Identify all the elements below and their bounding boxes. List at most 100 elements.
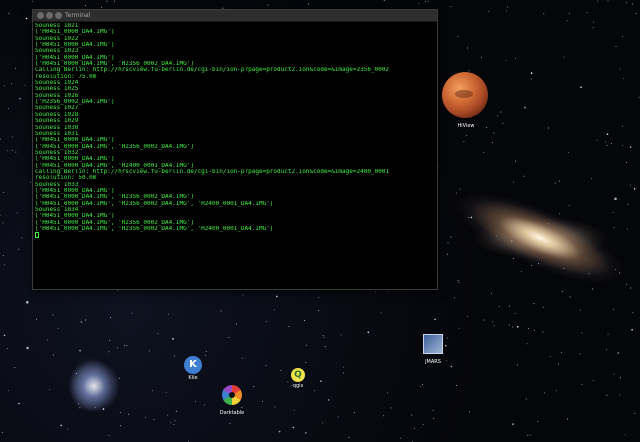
desktop-icon-hiview[interactable]: HiView <box>446 122 486 129</box>
star <box>36 318 38 320</box>
star <box>170 422 172 424</box>
star <box>253 386 255 387</box>
desktop-icon-jmars[interactable]: JMARS <box>418 334 448 365</box>
star <box>383 415 385 417</box>
star <box>323 336 325 338</box>
star <box>455 192 457 194</box>
star <box>114 0 116 2</box>
star <box>418 2 420 4</box>
star <box>25 17 28 20</box>
star <box>607 333 609 335</box>
close-icon[interactable] <box>37 12 44 19</box>
star <box>390 407 392 409</box>
star <box>11 136 13 138</box>
star <box>48 388 50 390</box>
darktable-icon[interactable] <box>222 385 242 405</box>
star <box>229 422 231 424</box>
star <box>6 348 8 349</box>
desktop-icon-qgis[interactable]: Q qgis <box>283 362 313 389</box>
star <box>467 47 469 49</box>
star <box>343 372 344 374</box>
star <box>458 327 460 329</box>
star <box>152 390 154 392</box>
star <box>555 390 557 392</box>
star <box>514 313 516 315</box>
star <box>8 107 10 109</box>
star <box>512 423 514 425</box>
star <box>579 309 581 311</box>
star <box>447 242 449 244</box>
star <box>596 139 598 141</box>
star <box>149 350 151 352</box>
star <box>3 191 5 193</box>
star <box>318 310 319 312</box>
star <box>579 353 581 355</box>
desktop-icon-kile[interactable]: K Kile <box>178 352 208 381</box>
star <box>457 36 459 38</box>
star <box>512 326 514 328</box>
star <box>386 392 388 394</box>
star <box>617 352 619 354</box>
star <box>387 291 389 293</box>
star <box>30 181 31 183</box>
star <box>131 312 133 314</box>
terminal-output[interactable]: Souness 1021 ['H0451_0000_DA4.IMG'] Sounes… <box>33 22 437 239</box>
star <box>343 366 345 368</box>
star <box>173 424 175 426</box>
star <box>500 111 502 113</box>
star <box>512 257 514 259</box>
star <box>16 212 18 214</box>
star <box>276 295 278 298</box>
star <box>85 5 87 7</box>
star <box>626 1 628 3</box>
star <box>450 236 452 238</box>
star <box>466 135 468 137</box>
star <box>638 96 640 98</box>
star <box>57 327 59 329</box>
desktop-icon-darktable[interactable]: Darktable <box>214 385 250 416</box>
star <box>586 12 588 14</box>
star <box>15 67 17 69</box>
star <box>581 383 583 385</box>
star <box>613 373 615 375</box>
star <box>619 394 621 396</box>
terminal-titlebar[interactable]: Terminal <box>33 10 437 22</box>
terminal-window[interactable]: Terminal Souness 1021 ['H0451_0000_DA4.IM… <box>32 9 438 290</box>
star <box>569 296 571 298</box>
jmars-icon[interactable] <box>423 334 443 354</box>
star <box>621 144 623 146</box>
star <box>506 10 508 12</box>
qgis-icon[interactable]: Q <box>291 368 305 382</box>
star <box>630 184 631 186</box>
star <box>633 188 636 190</box>
star <box>19 97 21 100</box>
star <box>53 354 55 356</box>
star <box>321 422 323 424</box>
minimize-icon[interactable] <box>46 12 53 19</box>
star <box>195 400 196 402</box>
star <box>80 321 83 323</box>
star <box>527 434 529 436</box>
kile-icon[interactable]: K <box>184 356 202 374</box>
star <box>524 106 526 109</box>
star <box>456 385 457 386</box>
star <box>292 426 295 429</box>
star <box>1 432 3 433</box>
terminal-prompt-line[interactable] <box>35 232 437 239</box>
star <box>165 391 167 393</box>
kile-label: Kile <box>188 375 198 381</box>
star <box>557 363 559 365</box>
star <box>31 0 33 2</box>
star <box>458 282 460 283</box>
star <box>542 306 544 308</box>
star <box>543 13 545 15</box>
maximize-icon[interactable] <box>55 12 62 19</box>
star <box>627 203 629 205</box>
star <box>167 313 169 315</box>
star <box>400 437 401 439</box>
jmars-label: JMARS <box>425 359 441 365</box>
star <box>580 86 582 88</box>
star <box>605 141 606 143</box>
star <box>119 412 121 413</box>
star <box>591 177 593 179</box>
